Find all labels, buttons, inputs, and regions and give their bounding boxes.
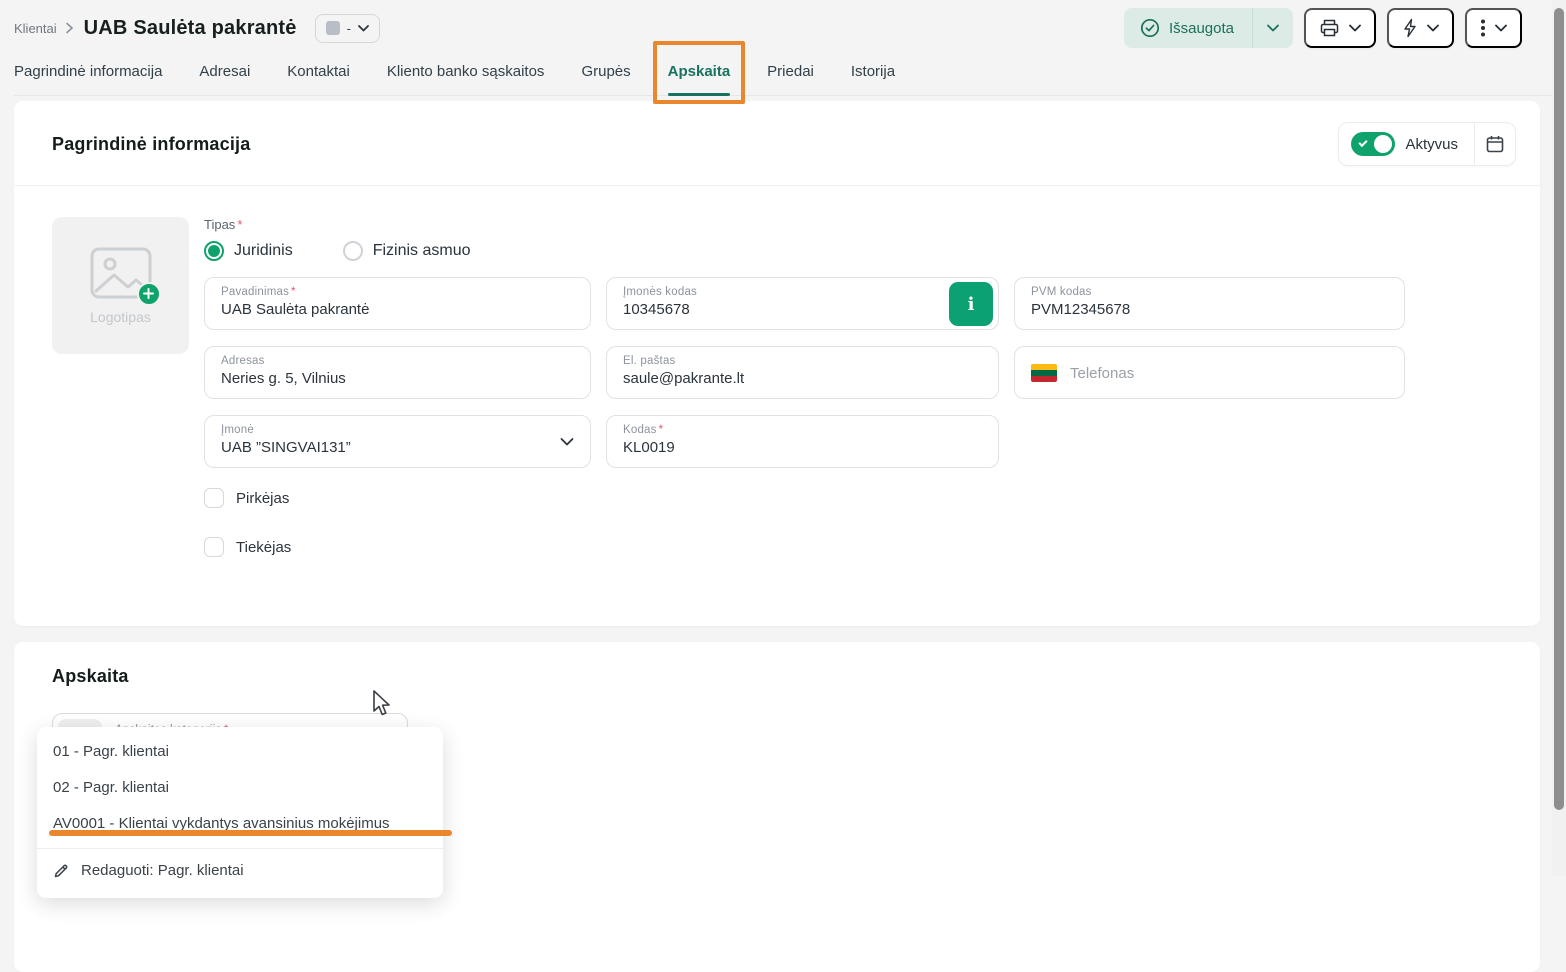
pencil-icon xyxy=(53,863,69,879)
checkbox-unchecked-icon[interactable] xyxy=(204,488,224,508)
calendar-icon xyxy=(1485,134,1505,154)
chevron-down-icon xyxy=(1267,24,1279,32)
type-label: Tipas* xyxy=(204,217,1516,232)
imone-value: UAB ”SINGVAI131” xyxy=(221,439,574,456)
info-icon: i xyxy=(968,294,975,315)
radio-fizinis-asmuo[interactable]: Fizinis asmuo xyxy=(343,241,471,261)
active-toggle-label: Aktyvus xyxy=(1405,136,1458,153)
active-tab-underline xyxy=(668,93,731,96)
lightning-icon xyxy=(1402,18,1418,38)
page-title: UAB Saulėta pakrantė xyxy=(84,17,297,40)
checkbox-tiekejas[interactable]: Tiekėjas xyxy=(204,537,1516,557)
more-menu-button[interactable] xyxy=(1465,8,1522,48)
dropdown-divider xyxy=(37,848,443,849)
toggle-switch-on[interactable] xyxy=(1351,132,1395,156)
saved-label: Išsaugota xyxy=(1169,20,1234,37)
print-dropdown-button[interactable] xyxy=(1304,8,1376,48)
color-swatch xyxy=(326,21,340,35)
pvm-kodas-value: PVM12345678 xyxy=(1031,301,1388,318)
active-toggle-group: Aktyvus xyxy=(1338,122,1516,166)
tab-istorija[interactable]: Istorija xyxy=(851,50,895,95)
el-pastas-label: El. paštas xyxy=(623,355,982,367)
telefonas-field[interactable]: Telefonas xyxy=(1014,346,1405,399)
el-pastas-field[interactable]: El. paštas saule@pakrante.lt xyxy=(606,346,999,399)
required-marker: * xyxy=(237,217,242,232)
scrollbar-thumb[interactable] xyxy=(1554,8,1564,810)
top-actions: Išsaugota xyxy=(1124,8,1522,48)
el-pastas-value: saule@pakrante.lt xyxy=(623,370,982,387)
dropdown-option-02[interactable]: 02 - Pagr. klientai xyxy=(37,770,443,806)
adresas-field[interactable]: Adresas Neries g. 5, Vilnius xyxy=(204,346,591,399)
radio-unselected-icon[interactable] xyxy=(343,241,363,261)
logo-label: Logotipas xyxy=(90,309,151,325)
active-toggle[interactable]: Aktyvus xyxy=(1339,123,1474,165)
tab-pagrindine-informacija[interactable]: Pagrindinė informacija xyxy=(14,50,162,95)
dropdown-option-av0001[interactable]: AV0001 - Klientai vykdantys avansinius m… xyxy=(37,806,443,842)
kebab-menu-icon xyxy=(1480,18,1486,38)
breadcrumb-chevron-icon xyxy=(65,22,74,34)
tab-priedai[interactable]: Priedai xyxy=(767,50,814,95)
kodas-value: KL0019 xyxy=(623,439,982,456)
radio-juridinis[interactable]: Juridinis xyxy=(204,241,293,261)
printer-icon xyxy=(1319,18,1340,38)
chevron-down-icon[interactable] xyxy=(560,437,574,446)
tab-grupes[interactable]: Grupės xyxy=(581,50,630,95)
lithuania-flag-icon xyxy=(1031,364,1057,382)
telefonas-placeholder: Telefonas xyxy=(1070,365,1134,382)
breadcrumb[interactable]: Klientai xyxy=(14,21,57,36)
calendar-button[interactable] xyxy=(1474,123,1515,165)
actions-dropdown-button[interactable] xyxy=(1387,8,1454,48)
required-marker: * xyxy=(659,424,664,436)
pavadinimas-value: UAB Saulėta pakrantė xyxy=(221,301,574,318)
imones-kodas-field[interactable]: Įmonės kodas 10345678 i xyxy=(606,277,999,330)
imones-kodas-label: Įmonės kodas xyxy=(623,286,982,298)
check-circle-icon xyxy=(1140,18,1160,38)
pavadinimas-field[interactable]: Pavadinimas* UAB Saulėta pakrantė xyxy=(204,277,591,330)
tab-kontaktai[interactable]: Kontaktai xyxy=(287,50,350,95)
annotation-underline xyxy=(49,830,452,836)
tab-kliento-banko-saskaitos[interactable]: Kliento banko sąskaitos xyxy=(387,50,545,95)
kodas-field[interactable]: Kodas* KL0019 xyxy=(606,415,999,468)
category-dropdown-menu: 01 - Pagr. klientai 02 - Pagr. klientai … xyxy=(37,727,443,898)
pvm-kodas-field[interactable]: PVM kodas PVM12345678 xyxy=(1014,277,1405,330)
chevron-down-icon xyxy=(1349,24,1361,32)
saved-dropdown-arrow[interactable] xyxy=(1252,8,1293,48)
tab-bar: Pagrindinė informacija Adresai Kontaktai… xyxy=(14,50,1552,96)
dropdown-option-01[interactable]: 01 - Pagr. klientai xyxy=(37,734,443,770)
variant-dash: - xyxy=(347,21,351,36)
imone-label: Įmonė xyxy=(221,424,574,436)
chevron-down-icon xyxy=(1427,24,1439,32)
color-variant-dropdown[interactable]: - xyxy=(315,14,380,43)
saved-split-button[interactable]: Išsaugota xyxy=(1124,8,1293,48)
checkbox-pirkejas[interactable]: Pirkėjas xyxy=(204,488,1516,508)
main-info-card: Pagrindinė informacija Aktyvus Logotipas xyxy=(14,101,1540,626)
required-marker: * xyxy=(291,286,296,298)
chevron-down-icon xyxy=(358,25,369,32)
chevron-down-icon xyxy=(1495,24,1507,32)
dropdown-edit-action[interactable]: Redaguoti: Pagr. klientai xyxy=(37,853,443,888)
logo-upload[interactable]: Logotipas xyxy=(52,217,189,354)
tab-apskaita[interactable]: Apskaita xyxy=(668,50,731,95)
accounting-title: Apskaita xyxy=(52,666,1516,687)
top-bar: Klientai UAB Saulėta pakrantė - Išsaugot… xyxy=(0,0,1566,48)
checkbox-unchecked-icon[interactable] xyxy=(204,537,224,557)
tab-adresai[interactable]: Adresai xyxy=(199,50,250,95)
add-logo-icon[interactable] xyxy=(137,282,161,306)
imones-kodas-value: 10345678 xyxy=(623,301,982,318)
imone-select-field[interactable]: Įmonė UAB ”SINGVAI131” xyxy=(204,415,591,468)
pvm-kodas-label: PVM kodas xyxy=(1031,286,1388,298)
radio-selected-icon[interactable] xyxy=(204,241,224,261)
image-placeholder-icon xyxy=(90,247,152,299)
company-info-button[interactable]: i xyxy=(949,282,993,326)
adresas-label: Adresas xyxy=(221,355,574,367)
adresas-value: Neries g. 5, Vilnius xyxy=(221,370,574,387)
card-title: Pagrindinė informacija xyxy=(52,134,250,155)
